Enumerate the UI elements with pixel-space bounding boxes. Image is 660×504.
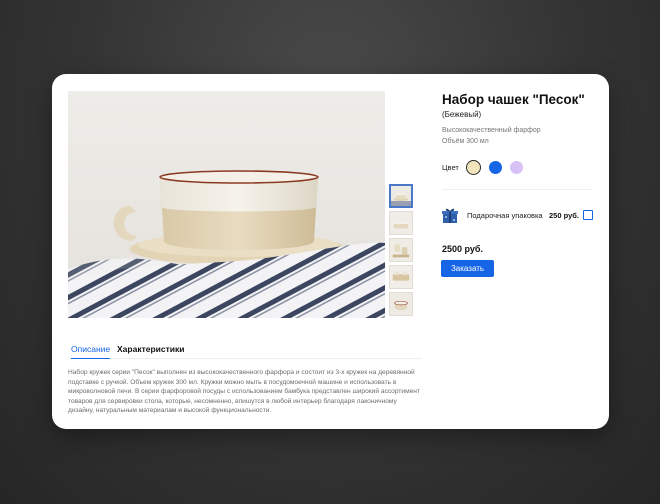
gift-wrap-price: 250 руб. [549,211,579,220]
thumbnail-1[interactable] [389,184,413,208]
color-label: Цвет [442,163,459,172]
divider [442,189,592,190]
cup-photo [68,91,385,318]
thumbnail-2[interactable] [389,211,413,235]
thumbnail-3[interactable] [389,238,413,262]
thumbnail-strip [389,184,413,319]
color-swatch-lavender[interactable] [509,161,523,174]
product-price: 2500 руб. [442,244,483,254]
material-text: Высококачественный фарфор [442,127,541,134]
gift-wrap-checkbox[interactable] [583,210,593,220]
color-swatch-blue[interactable] [488,161,502,174]
color-swatch-beige[interactable] [465,160,481,175]
product-long-description: Набор кружек серии "Песок" выполнен из в… [68,369,420,415]
thumbnail-4[interactable] [389,265,413,289]
gift-wrap-label: Подарочная упаковка [467,211,543,220]
product-main-image[interactable] [68,91,385,318]
tab-description[interactable]: Описание [71,344,111,359]
product-card: Набор чашек "Песок" (Бежевый) Высококаче… [52,74,609,429]
product-subtitle: (Бежевый) [442,110,482,119]
gift-box-icon [442,208,458,223]
product-title: Набор чашек "Песок" [442,92,585,107]
gift-wrap-option: Подарочная упаковка 250 руб. [442,207,594,225]
order-button[interactable]: Заказать [441,260,494,277]
product-tabs: Описание Характеристики [68,341,422,359]
thumbnail-5[interactable] [389,292,413,316]
color-selector: Цвет [442,160,531,175]
tab-specs[interactable]: Характеристики [117,344,184,354]
product-short-description: Высококачественный фарфор Объём 300 мл [442,126,592,147]
volume-text: Объём 300 мл [442,137,489,145]
